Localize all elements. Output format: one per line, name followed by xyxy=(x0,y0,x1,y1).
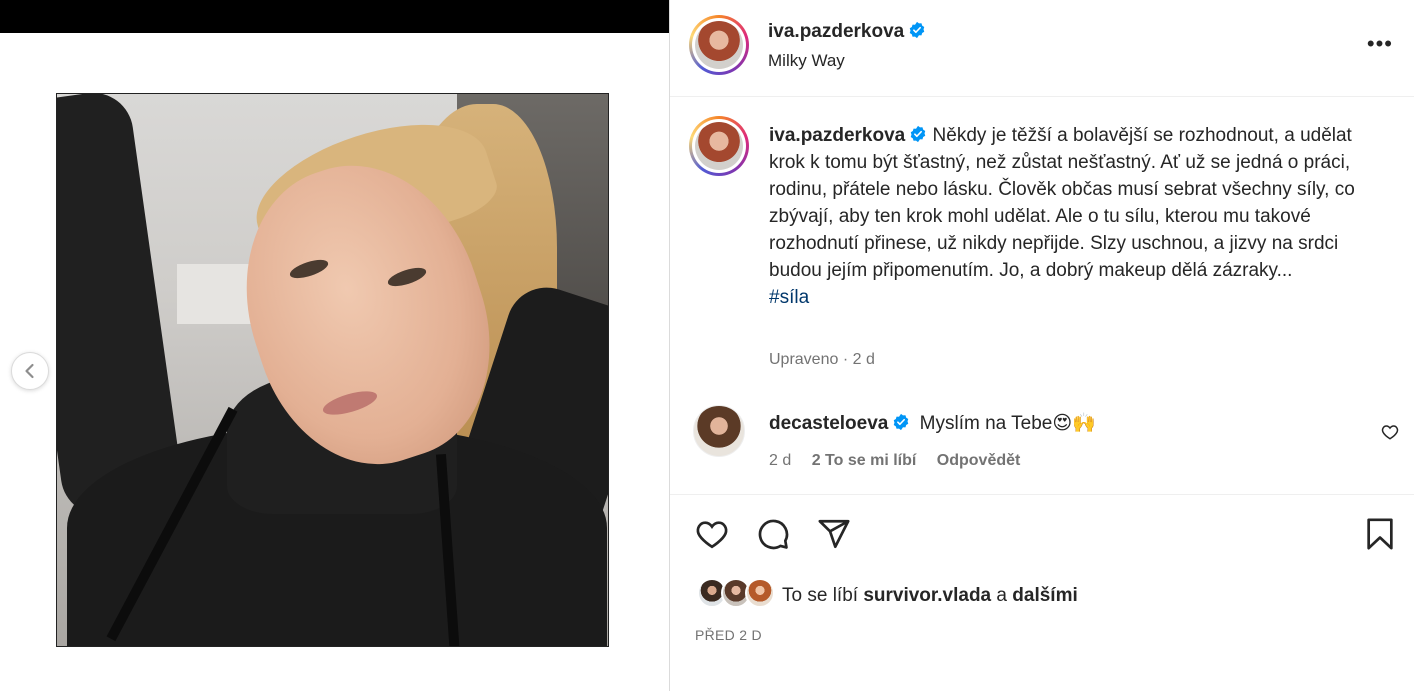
post-location[interactable]: Milky Way xyxy=(768,51,845,71)
author-username-row: iva.pazderkova xyxy=(768,21,926,43)
post-actions-bar xyxy=(670,494,1414,574)
post-date[interactable]: PŘED 2 D xyxy=(695,627,762,643)
likes-text: To se líbí survivor.vlada a dalšími xyxy=(782,585,1078,607)
post-side-panel: iva.pazderkova Milky Way ••• iva.pazderk… xyxy=(669,0,1414,691)
previous-photo-button[interactable] xyxy=(11,352,49,390)
post-photo[interactable] xyxy=(56,93,609,647)
comment-text: Myslím na Tebe xyxy=(919,413,1053,434)
comment-time: 2 d xyxy=(769,452,792,469)
caption-body: iva.pazderkova Někdy je těžší a bolavějš… xyxy=(769,122,1369,311)
comment-icon[interactable] xyxy=(755,517,791,551)
comment-item: decasteloeva Myslím na Tebe😍🙌 2 d 2 To s… xyxy=(670,397,1414,477)
author-username[interactable]: iva.pazderkova xyxy=(768,21,904,42)
comment-reply-button[interactable]: Odpovědět xyxy=(937,452,1021,469)
liker-avatar[interactable] xyxy=(745,578,775,608)
likes-summary: To se líbí survivor.vlada a dalšími xyxy=(670,578,1414,614)
heart-icon[interactable] xyxy=(694,517,730,551)
bookmark-icon[interactable] xyxy=(1363,517,1397,551)
comment-body: decasteloeva Myslím na Tebe😍🙌 xyxy=(769,411,1096,435)
top-bar xyxy=(0,0,669,33)
comment-heart-icon[interactable] xyxy=(1381,423,1399,441)
comment-emojis: 😍🙌 xyxy=(1052,412,1096,434)
caption-text: Někdy je těžší a bolavější se rozhodnout… xyxy=(769,125,1355,281)
caption-username[interactable]: iva.pazderkova xyxy=(769,125,905,146)
post-header: iva.pazderkova Milky Way ••• xyxy=(670,0,1414,97)
hashtag-link[interactable]: #síla xyxy=(769,284,1369,311)
likes-others-link[interactable]: dalšími xyxy=(1012,585,1077,606)
likes-prefix: To se líbí xyxy=(782,585,859,606)
comment-likes-count[interactable]: 2 To se mi líbí xyxy=(812,452,917,469)
caption-author-avatar[interactable] xyxy=(689,116,749,176)
verified-badge-icon xyxy=(894,413,909,431)
likes-conjunction: a xyxy=(996,585,1007,606)
commenter-username[interactable]: decasteloeva xyxy=(769,413,888,434)
media-area xyxy=(0,0,669,691)
share-icon[interactable] xyxy=(816,517,852,551)
liker-username[interactable]: survivor.vlada xyxy=(863,585,991,606)
comment-meta: 2 d 2 To se mi líbí Odpovědět xyxy=(769,452,1036,470)
more-icon[interactable]: ••• xyxy=(1367,33,1393,55)
verified-badge-icon xyxy=(911,125,926,143)
verified-badge-icon xyxy=(910,21,925,39)
author-avatar[interactable] xyxy=(689,15,749,75)
caption-edited-time: Upraveno · 2 d xyxy=(769,351,875,368)
chevron-left-icon xyxy=(25,363,34,379)
commenter-avatar[interactable] xyxy=(693,405,745,457)
